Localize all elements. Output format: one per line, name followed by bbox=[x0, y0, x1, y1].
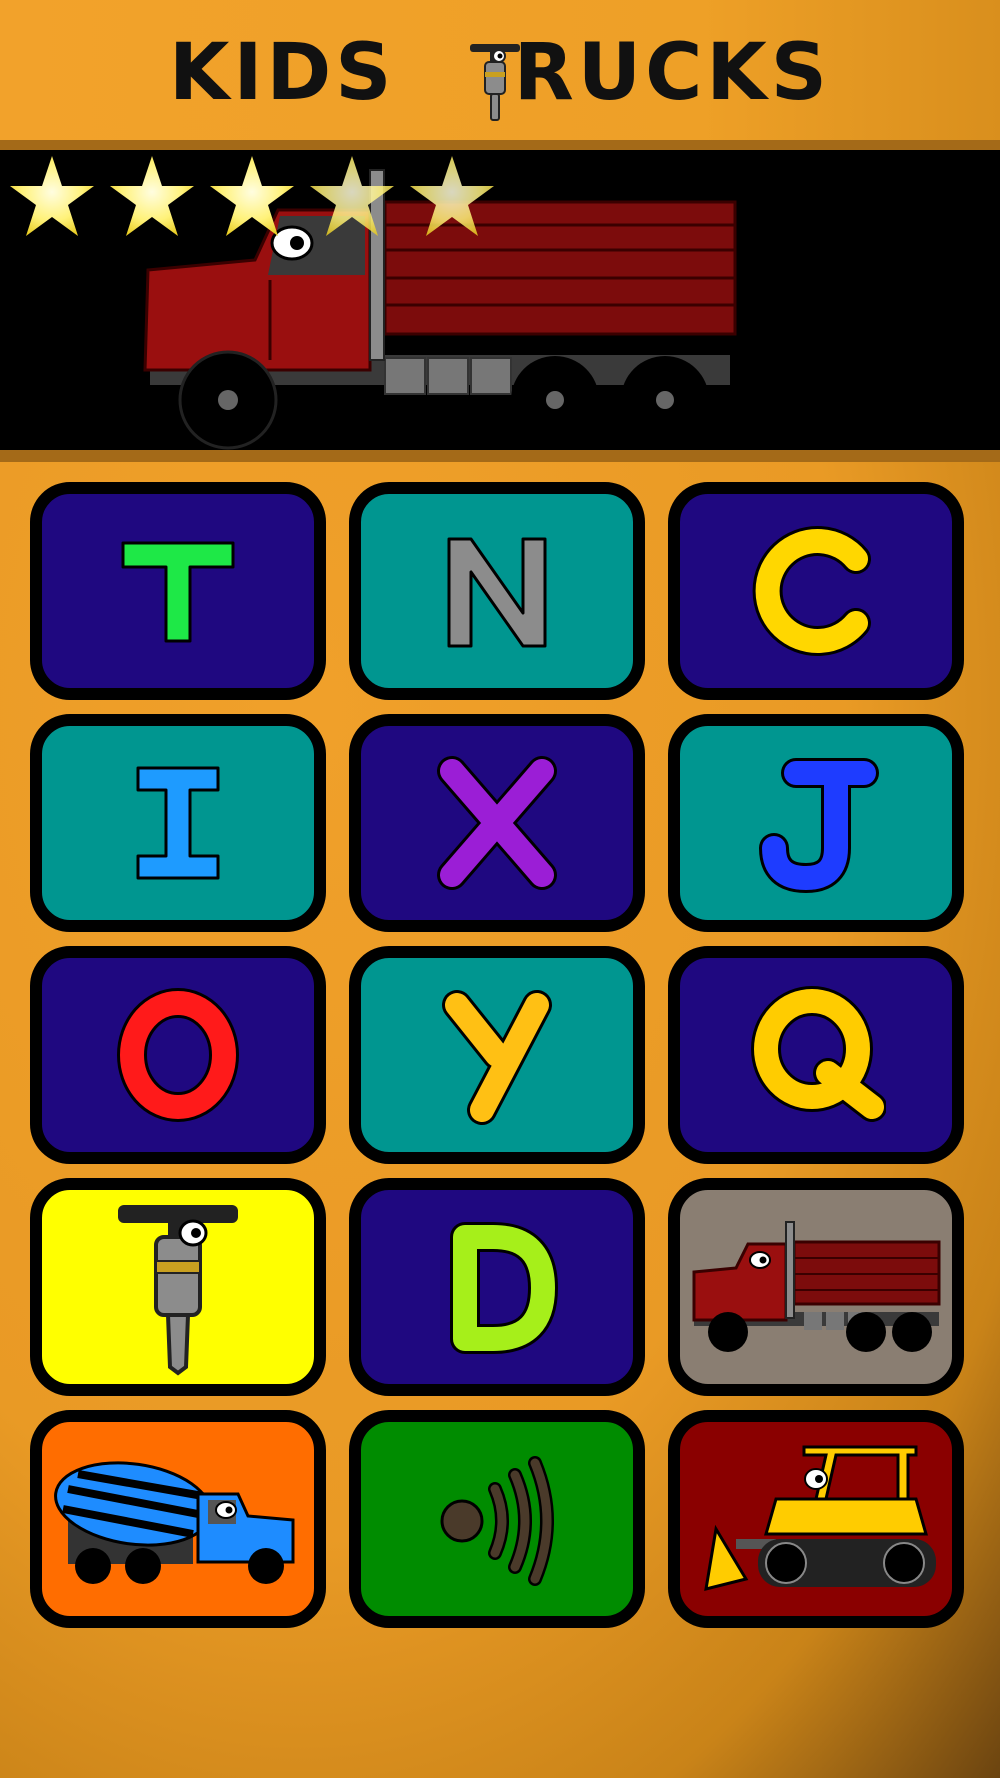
star-rating bbox=[10, 156, 494, 236]
letter-d-glyph bbox=[450, 1222, 558, 1354]
letter-t-glyph bbox=[121, 541, 235, 643]
letter-tile-n[interactable] bbox=[349, 482, 645, 700]
letter-tile-x[interactable] bbox=[349, 714, 645, 932]
star-icon bbox=[10, 156, 94, 236]
dump-truck-tile[interactable] bbox=[668, 1178, 964, 1396]
cement-mixer-tile[interactable] bbox=[30, 1410, 326, 1628]
title-prefix: KIDS bbox=[169, 28, 396, 118]
sound-icon bbox=[440, 1456, 554, 1586]
letter-tile-q[interactable] bbox=[668, 946, 964, 1164]
letter-tile-t[interactable] bbox=[30, 482, 326, 700]
letter-q-glyph bbox=[751, 986, 886, 1122]
letter-n-glyph bbox=[447, 537, 547, 648]
jackhammer-icon bbox=[470, 44, 520, 121]
letter-tile-i[interactable] bbox=[30, 714, 326, 932]
star-icon bbox=[110, 156, 194, 236]
letter-grid bbox=[30, 482, 970, 1628]
letter-tile-j[interactable] bbox=[668, 714, 964, 932]
letter-x-glyph bbox=[437, 756, 557, 890]
letter-tile-y[interactable] bbox=[349, 946, 645, 1164]
star-icon bbox=[410, 156, 494, 236]
letter-j-glyph bbox=[759, 758, 879, 893]
letter-tile-c[interactable] bbox=[668, 482, 964, 700]
cement-mixer-icon bbox=[54, 1461, 295, 1584]
star-icon bbox=[310, 156, 394, 236]
letter-o-glyph bbox=[117, 988, 239, 1122]
bulldozer-tile[interactable] bbox=[668, 1410, 964, 1628]
sound-button[interactable] bbox=[349, 1410, 645, 1628]
letter-c-glyph bbox=[752, 526, 871, 656]
bulldozer-icon bbox=[704, 1445, 936, 1592]
dump-truck-icon bbox=[692, 1221, 941, 1352]
letter-tile-d[interactable] bbox=[349, 1178, 645, 1396]
letter-tile-o[interactable] bbox=[30, 946, 326, 1164]
star-icon bbox=[210, 156, 294, 236]
jackhammer-tile[interactable] bbox=[30, 1178, 326, 1396]
letter-i-glyph bbox=[136, 766, 220, 880]
title-suffix: RUCKS bbox=[513, 28, 831, 118]
letter-y-glyph bbox=[442, 990, 552, 1125]
jackhammer-icon bbox=[118, 1205, 238, 1376]
